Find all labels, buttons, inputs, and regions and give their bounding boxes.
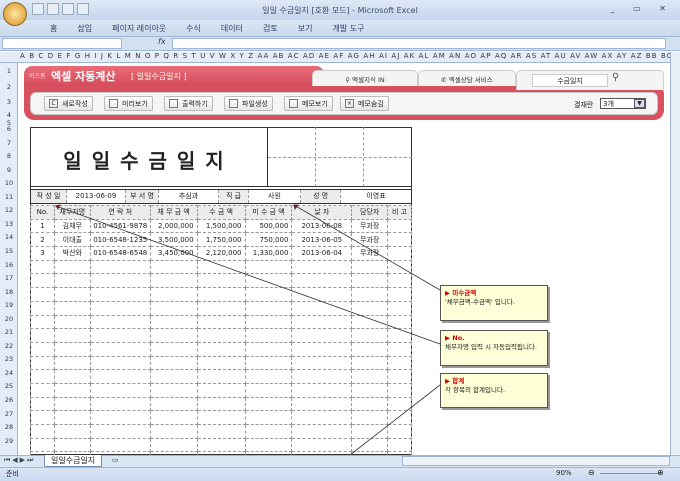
status-bar: [0, 467, 680, 481]
horizontal-scrollbar[interactable]: [402, 456, 670, 466]
arrow-head: [55, 204, 61, 210]
comment-note: ▶ 합계 각 항목의 합계입니다.: [440, 373, 548, 408]
comment-arrows: [55, 204, 441, 456]
comment-arrow: [349, 384, 441, 456]
comment-note: ▶ No. 채무자명 입력 시 자동입력됩니다.: [440, 330, 548, 366]
comment-note: ▶ 미수금액 '채무금액-수금액' 입니다.: [440, 285, 548, 321]
comment-arrow: [55, 205, 441, 345]
comment-arrow: [293, 204, 441, 291]
sheet-tab-active[interactable]: 일일수금일지: [44, 455, 103, 467]
sheet-nav-arrows[interactable]: ⏮◀▶⏭: [4, 456, 35, 465]
zoom-level[interactable]: 90%: [556, 469, 572, 477]
status-ready: 준비: [6, 470, 19, 478]
office-button[interactable]: [3, 2, 27, 26]
zoom-slider[interactable]: [600, 473, 660, 474]
new-sheet-icon[interactable]: ▭: [112, 456, 119, 464]
zoom-out-icon[interactable]: ⊖: [588, 468, 595, 477]
zoom-in-icon[interactable]: ⊕: [657, 468, 664, 477]
